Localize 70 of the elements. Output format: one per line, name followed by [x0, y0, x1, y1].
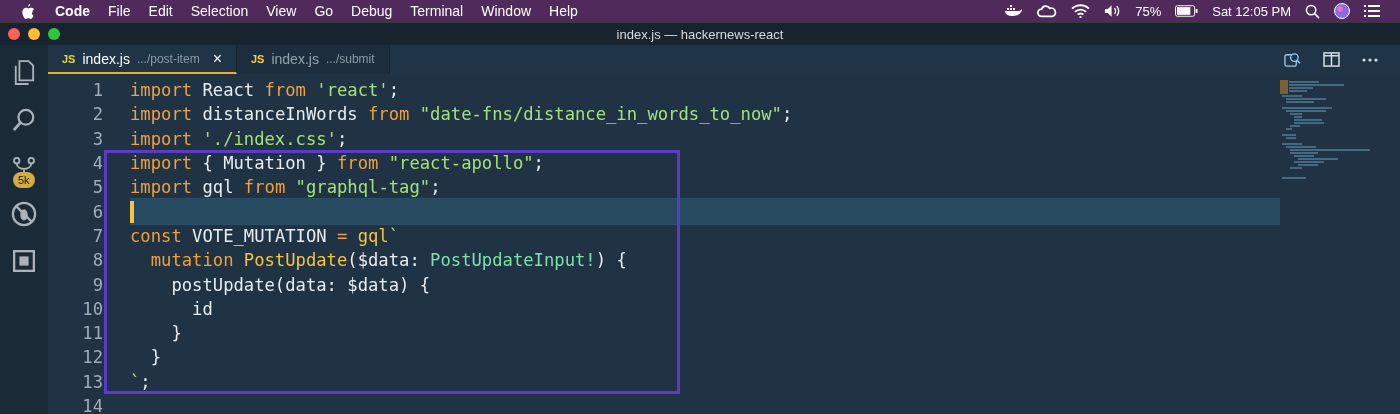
menu-item[interactable]: File	[108, 3, 131, 19]
extensions-icon	[13, 250, 35, 272]
line-number: 14	[81, 396, 103, 414]
close-window-button[interactable]	[8, 28, 20, 40]
speaker-icon[interactable]	[1104, 4, 1122, 18]
tab-path: .../submit	[325, 51, 375, 66]
code-line: postUpdate(data: $data) {	[170, 274, 431, 295]
menu-item[interactable]: Debug	[351, 3, 393, 19]
more-icon[interactable]	[1362, 57, 1378, 62]
code-line: const VOTE_MUTATION = gql`	[130, 225, 400, 246]
cloud-icon[interactable]	[1037, 4, 1058, 18]
code-line: import gql from "graphql-tag";	[130, 177, 441, 198]
no-bug-icon	[11, 201, 37, 227]
line-number: 1	[91, 80, 103, 101]
javascript-file-icon: JS	[250, 52, 265, 65]
menu-item[interactable]: Edit	[148, 3, 173, 19]
code-line: import React from 'react';	[130, 80, 400, 101]
wifi-icon[interactable]	[1071, 4, 1091, 18]
code-line: import './index.css';	[130, 128, 348, 149]
code-line: }	[170, 323, 182, 344]
search-icon[interactable]	[1305, 3, 1320, 19]
code-line: id	[191, 298, 213, 319]
line-number: 9	[91, 274, 103, 295]
line-number: 8	[91, 250, 103, 271]
code-line: mutation PostUpdate($data: PostUpdateInput!) {	[149, 250, 627, 271]
menu-item[interactable]: Selection	[190, 3, 249, 19]
battery-percentage: 75%	[1135, 3, 1162, 19]
menu-item[interactable]: Window	[481, 3, 532, 19]
menu-item[interactable]: Go	[314, 3, 334, 19]
zoom-window-button[interactable]	[48, 28, 60, 40]
code-line: }	[149, 347, 162, 368]
editor-tab[interactable]: JS index.js .../submit	[236, 45, 390, 74]
line-number: 6	[91, 201, 103, 222]
javascript-file-icon: JS	[62, 52, 76, 65]
code-line: import distanceInWords from "date-fns/distance_in_words_to_now";	[130, 104, 793, 125]
line-number: 11	[81, 323, 103, 344]
files-icon	[13, 60, 35, 86]
orb-icon[interactable]	[1334, 3, 1350, 19]
list-icon[interactable]	[1364, 5, 1380, 17]
count-badge: 5k	[13, 172, 35, 188]
preview-search-icon[interactable]	[1284, 51, 1301, 68]
line-number: 3	[91, 128, 103, 149]
menubar-clock: Sat 12:05 PM	[1212, 3, 1291, 19]
apple-logo-icon[interactable]	[20, 2, 35, 20]
tab-path: .../post-item	[136, 51, 200, 66]
activity-item[interactable]: 5k	[4, 149, 44, 185]
menu-item[interactable]: View	[266, 3, 297, 19]
line-number: 12	[81, 347, 103, 368]
app-name[interactable]: Code	[55, 3, 90, 19]
window-title: index.js — hackernews-react	[615, 26, 785, 42]
code-line: import { Mutation } from "react-apollo";	[130, 153, 544, 174]
line-number: 2	[91, 104, 103, 125]
line-number: 4	[91, 153, 103, 174]
line-number: 5	[91, 177, 103, 198]
tab-filename: index.js	[271, 50, 319, 67]
battery-icon[interactable]	[1175, 5, 1199, 17]
line-number: 7	[91, 225, 103, 246]
whale-icon[interactable]	[1003, 4, 1024, 18]
editor-tab[interactable]: JS index.js .../post-item ×	[48, 45, 237, 74]
split-editor-icon[interactable]	[1323, 52, 1340, 67]
search-icon	[12, 108, 36, 132]
menu-item[interactable]: Help	[549, 3, 578, 19]
tab-filename: index.js	[82, 50, 130, 67]
code-line: `;	[130, 371, 151, 392]
menu-item[interactable]: Terminal	[410, 3, 464, 19]
minimize-window-button[interactable]	[28, 28, 40, 40]
line-number: 13	[81, 371, 103, 392]
line-number: 10	[81, 298, 103, 319]
text-cursor	[130, 200, 134, 223]
close-tab-button[interactable]: ×	[212, 49, 222, 68]
